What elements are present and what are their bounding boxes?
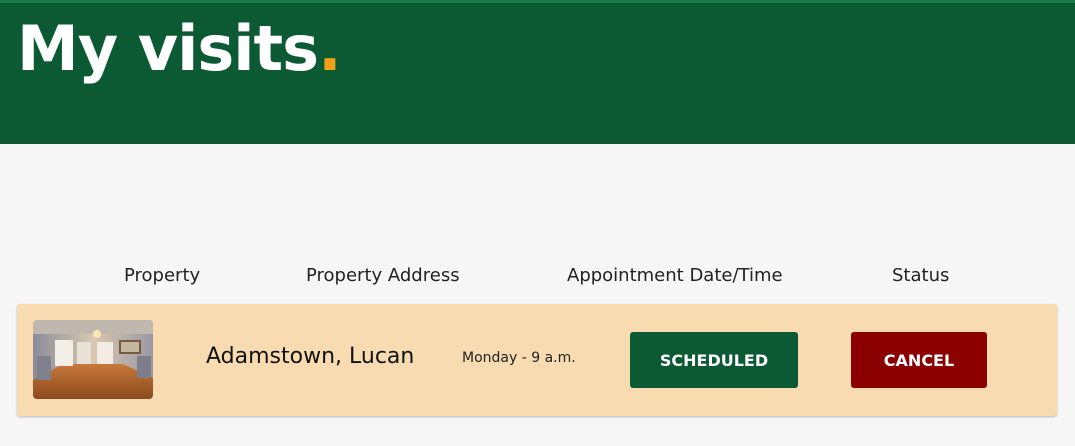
page-title-text: My visits [17,12,319,85]
column-header-appointment: Appointment Date/Time [567,265,783,286]
status-scheduled-button[interactable]: SCHEDULED [630,332,798,388]
property-photo-image [33,320,153,399]
column-header-property: Property [124,265,201,286]
visit-row: Adamstown, Lucan Monday - 9 a.m. SCHEDUL… [17,304,1057,416]
cancel-button[interactable]: CANCEL [851,332,987,388]
page-title: My visits. [17,12,342,85]
visit-address: Adamstown, Lucan [206,344,415,369]
property-photo[interactable] [33,320,153,399]
visit-datetime: Monday - 9 a.m. [462,350,576,366]
column-header-address: Property Address [306,265,460,286]
column-header-status: Status [892,265,950,286]
page-header: My visits. [0,0,1075,144]
title-accent-dot: . [318,12,342,85]
